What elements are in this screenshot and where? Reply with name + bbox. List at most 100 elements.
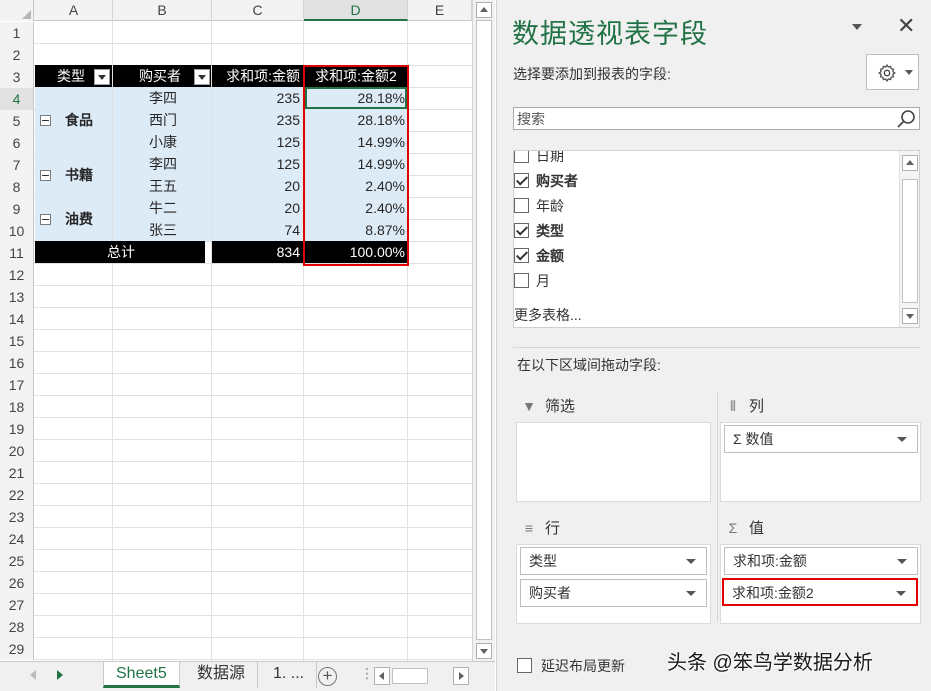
checkbox-checked-icon[interactable] [514, 172, 529, 188]
column-header-b[interactable]: B [113, 0, 212, 21]
row-header[interactable]: 5 [0, 110, 34, 132]
row-header[interactable]: 7 [0, 154, 34, 176]
sheet-row[interactable]: 16 [0, 352, 472, 374]
chevron-down-icon[interactable] [896, 591, 906, 596]
values-item-sum-amount2[interactable]: 求和项:金额2 [722, 578, 918, 606]
more-tables-link[interactable]: 更多表格... [514, 305, 582, 325]
row-header[interactable]: 28 [0, 616, 34, 638]
collapse-minus-icon[interactable] [40, 170, 51, 181]
row-header[interactable]: 23 [0, 506, 34, 528]
column-header-a[interactable]: A [35, 0, 113, 21]
row-header[interactable]: 6 [0, 132, 34, 154]
pane-options-chevron-down-icon[interactable] [852, 24, 862, 30]
row-header[interactable]: 21 [0, 462, 34, 484]
pivot-pct-cell[interactable]: 8.87% [304, 219, 408, 241]
chevron-down-icon[interactable] [897, 559, 907, 564]
tab-prev-arrow-icon[interactable] [30, 670, 36, 680]
tab-next-arrow-icon[interactable] [57, 670, 63, 680]
sheet-row[interactable]: 25 [0, 550, 472, 572]
row-header[interactable]: 13 [0, 286, 34, 308]
pivot-amount-cell[interactable]: 74 [212, 219, 303, 241]
search-icon[interactable] [896, 109, 916, 129]
row-header[interactable]: 29 [0, 638, 34, 660]
pivot-total-pct[interactable]: 100.00% [304, 241, 408, 263]
rows-item-type[interactable]: 类型 [520, 547, 707, 575]
sheet-row[interactable]: 2 [0, 44, 472, 66]
pivot-pct-cell[interactable]: 14.99% [304, 153, 408, 175]
sheet-row[interactable]: 24 [0, 528, 472, 550]
sheet-row[interactable]: 17 [0, 374, 472, 396]
row-header[interactable]: 14 [0, 308, 34, 330]
row-header[interactable]: 20 [0, 440, 34, 462]
pivot-amount-cell[interactable]: 235 [212, 87, 303, 109]
field-search-box[interactable] [513, 107, 920, 130]
vertical-scrollbar[interactable] [472, 0, 495, 661]
field-item[interactable]: 年龄 [514, 195, 564, 217]
select-all-corner[interactable] [0, 0, 34, 21]
type-filter-dropdown[interactable] [94, 69, 110, 85]
buyer-filter-dropdown[interactable] [194, 69, 210, 85]
defer-layout-update[interactable]: 延迟布局更新 [517, 656, 625, 676]
column-header-c[interactable]: C [212, 0, 304, 21]
spreadsheet[interactable]: A B C D E 1 2 3 4 5 6 7 8 9 10 11 12 13 14 15 16 17 18 19 2… [0, 0, 495, 691]
field-list[interactable]: 日期 购买者 年龄 类型 金额月 更多表格... [513, 150, 920, 328]
field-item[interactable]: 类型 [514, 220, 564, 242]
row-header[interactable]: 24 [0, 528, 34, 550]
sheet-row[interactable]: 26 [0, 572, 472, 594]
hscroll-left-button[interactable] [374, 667, 390, 685]
columns-item-values[interactable]: Σ 数值 [724, 425, 918, 453]
columns-drop-area[interactable]: Σ 数值 [720, 422, 921, 502]
sheet-row[interactable]: 18 [0, 396, 472, 418]
scroll-thumb[interactable] [476, 20, 492, 640]
sheet-row[interactable]: 20 [0, 440, 472, 462]
sheet-row[interactable]: 29 [0, 638, 472, 660]
row-header[interactable]: 1 [0, 22, 34, 44]
add-sheet-button[interactable]: + [318, 667, 337, 686]
tab-more-sheets[interactable]: 1. ... [261, 662, 318, 688]
sheet-row[interactable]: 27 [0, 594, 472, 616]
row-header[interactable]: 22 [0, 484, 34, 506]
pivot-pct-cell[interactable]: 14.99% [304, 131, 408, 153]
field-item[interactable]: 日期 [514, 151, 564, 167]
filter-drop-area[interactable] [516, 422, 711, 502]
row-header[interactable]: 12 [0, 264, 34, 286]
field-search-input[interactable] [514, 108, 884, 129]
column-header-e[interactable]: E [408, 0, 472, 21]
defer-layout-checkbox[interactable] [517, 657, 532, 673]
field-list-scrollbar[interactable] [899, 151, 919, 327]
sheet-row[interactable]: 15 [0, 330, 472, 352]
row-header[interactable]: 2 [0, 44, 34, 66]
sheet-row[interactable]: 14 [0, 308, 472, 330]
row-header[interactable]: 9 [0, 198, 34, 220]
pivot-header-type[interactable]: 类型 [35, 65, 112, 87]
chevron-down-icon[interactable] [897, 437, 907, 442]
sheet-row[interactable]: 12 [0, 264, 472, 286]
tab-data-source[interactable]: 数据源 [185, 662, 259, 688]
row-header[interactable]: 8 [0, 176, 34, 198]
row-header[interactable]: 25 [0, 550, 34, 572]
scroll-up-button[interactable] [476, 2, 492, 18]
pane-close-icon[interactable]: ✕ [897, 14, 915, 38]
scroll-down-button[interactable] [476, 643, 492, 659]
pivot-total-amount[interactable]: 834 [212, 241, 303, 263]
field-item[interactable]: 购买者 [514, 170, 578, 192]
pivot-header-buyer[interactable]: 购买者 [113, 65, 211, 87]
field-item[interactable]: 金额 [514, 245, 564, 267]
pivot-pct-cell[interactable]: 28.18% [304, 109, 408, 131]
row-header[interactable]: 26 [0, 572, 34, 594]
row-header[interactable]: 19 [0, 418, 34, 440]
row-header[interactable]: 15 [0, 330, 34, 352]
chevron-down-icon[interactable] [686, 591, 696, 596]
chevron-down-icon[interactable] [686, 559, 696, 564]
checkbox-icon[interactable] [514, 151, 529, 163]
collapse-minus-icon[interactable] [40, 214, 51, 225]
field-list-scroll-thumb[interactable] [902, 179, 918, 303]
row-header[interactable]: 16 [0, 352, 34, 374]
rows-drop-area[interactable]: 类型 购买者 [516, 544, 711, 624]
pivot-pct-cell[interactable]: 2.40% [304, 197, 408, 219]
row-header[interactable]: 18 [0, 396, 34, 418]
field-list-scroll-up[interactable] [902, 155, 918, 171]
hscroll-thumb[interactable] [392, 668, 428, 684]
row-header[interactable]: 11 [0, 242, 34, 264]
field-settings-button[interactable] [866, 54, 919, 90]
